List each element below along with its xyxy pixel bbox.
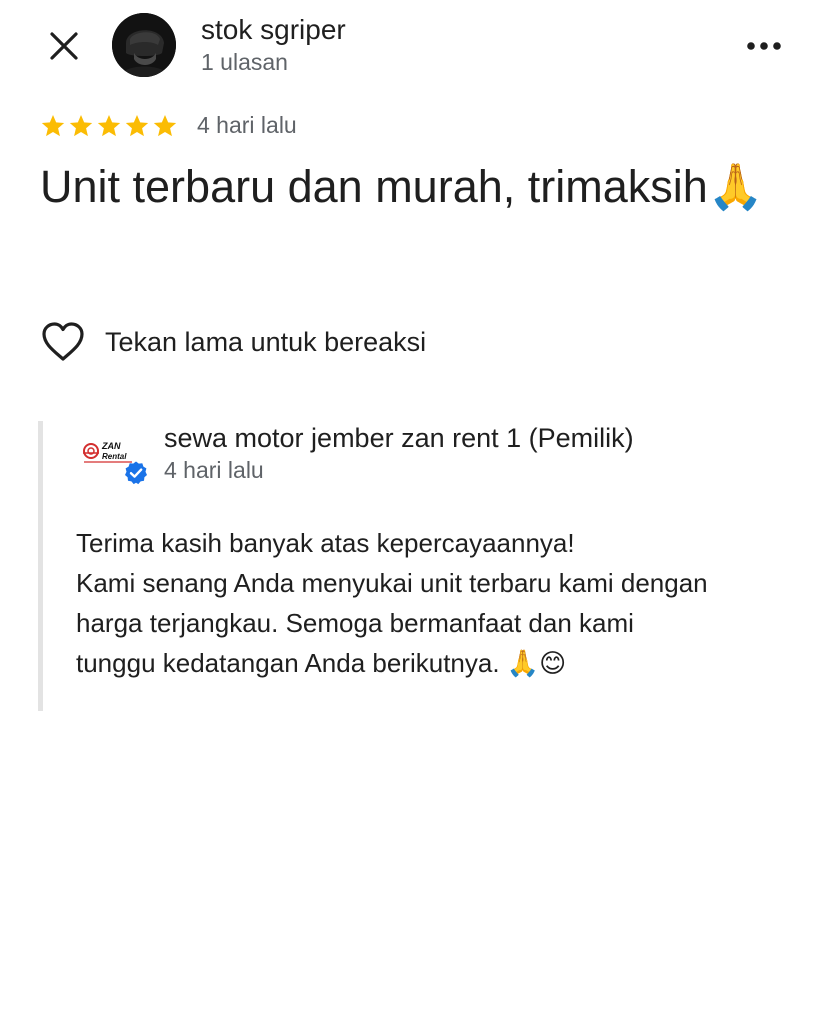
close-icon: [50, 32, 78, 60]
reviewer-review-count: 1 ulasan: [201, 49, 288, 75]
owner-response-line: tunggu kedatangan Anda berikutnya. 🙏😊: [76, 648, 567, 678]
react-button[interactable]: Tekan lama untuk bereaksi: [40, 320, 426, 364]
owner-response-line: Kami senang Anda menyukai unit terbaru k…: [76, 568, 708, 598]
avatar-image: [112, 13, 176, 77]
close-button[interactable]: [44, 26, 84, 66]
owner-response-line: Terima kasih banyak atas kepercayaannya!: [76, 528, 575, 558]
star-icon: [41, 114, 65, 137]
svg-text:ZAN: ZAN: [101, 441, 121, 451]
more-options-button[interactable]: [742, 26, 786, 66]
heart-outline-icon: [42, 322, 84, 361]
owner-name: sewa motor jember zan rent 1 (Pemilik): [164, 423, 634, 453]
verified-check-icon: [125, 461, 147, 485]
star-rating: [40, 113, 178, 139]
star-icon: [97, 114, 121, 137]
reviewer-name[interactable]: stok sgriper: [201, 14, 346, 46]
owner-response-line: harga terjangkau. Semoga bermanfaat dan …: [76, 608, 634, 638]
star-icon: [153, 114, 177, 137]
owner-response-text: Terima kasih banyak atas kepercayaannya!…: [76, 523, 796, 683]
owner-response-date: 4 hari lalu: [164, 457, 264, 483]
owner-response-divider: [38, 421, 43, 711]
react-label: Tekan lama untuk bereaksi: [105, 326, 427, 357]
review-date: 4 hari lalu: [197, 112, 297, 138]
star-icon: [125, 114, 149, 137]
more-horizontal-icon: [747, 42, 781, 50]
avatar[interactable]: [112, 13, 176, 77]
review-text: Unit terbaru dan murah, trimaksih🙏: [40, 161, 764, 212]
star-icon: [69, 114, 93, 137]
